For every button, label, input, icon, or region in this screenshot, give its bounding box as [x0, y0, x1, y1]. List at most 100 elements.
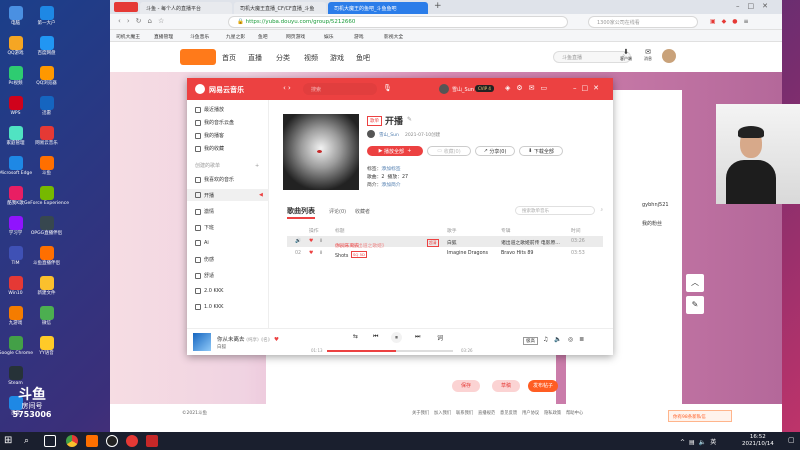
bookmark-item[interactable]: 游戏: [354, 33, 364, 40]
mail-icon[interactable]: ✉: [529, 84, 541, 92]
publish-button[interactable]: 发布帖子: [528, 380, 558, 392]
creator-avatar[interactable]: [367, 130, 375, 138]
star-icon[interactable]: ☆: [158, 17, 170, 25]
draft-button[interactable]: 草稿: [492, 380, 520, 392]
mini-mode-icon[interactable]: ▭: [541, 84, 554, 92]
table-row[interactable]: 🔊 ♥ ⬇ 你从未离去 (纯享)《新出道之歌姬》 超清 白狐 诸出道之歌姬前传 …: [287, 236, 603, 249]
sidebar-playlist[interactable]: 2.0 KKK: [195, 288, 223, 294]
volume-icon[interactable]: 🔈: [554, 336, 567, 343]
sidebar-playlist[interactable]: Ai: [195, 240, 209, 246]
close-icon[interactable]: ✕: [593, 84, 604, 92]
now-playing-cover[interactable]: [193, 333, 211, 351]
desktop-shortcut[interactable]: 斗鱼: [31, 154, 62, 183]
table-row[interactable]: 02 ♥ ⬇ Shots SQ 5D Imagine Dragons Bravo…: [287, 248, 603, 259]
message-toast[interactable]: 你有98条新私信: [668, 410, 732, 422]
desktop-shortcut[interactable]: 第一大户: [31, 4, 62, 33]
music-search-field[interactable]: 搜索: [303, 83, 377, 95]
edit-float-button[interactable]: ✎: [686, 296, 704, 314]
new-tab-button[interactable]: +: [434, 1, 442, 11]
sidebar-playlist[interactable]: 舒适: [195, 272, 214, 279]
browser-tab[interactable]: 斗鱼 - 每个人的直播平台: [140, 2, 232, 14]
desktop-shortcut[interactable]: 九游戏: [0, 304, 31, 333]
sidebar-item[interactable]: 我的音乐云盘: [195, 119, 234, 126]
start-icon[interactable]: ⊞: [4, 435, 16, 447]
minimize-icon[interactable]: –: [573, 84, 582, 92]
save-button[interactable]: 保存: [452, 380, 480, 392]
col-artist[interactable]: 歌手: [447, 227, 457, 234]
menu-icon[interactable]: ≡: [744, 18, 755, 25]
playlist-icon[interactable]: ≣: [579, 336, 590, 343]
bookmark-item[interactable]: 司机大魔王: [116, 33, 140, 40]
message-button[interactable]: ✉ 消息: [640, 48, 656, 62]
extension-icon[interactable]: ▣: [710, 18, 722, 25]
download-icon[interactable]: ⬇: [319, 251, 323, 256]
minimize-icon[interactable]: –: [736, 2, 748, 10]
music-taskbar-icon[interactable]: [146, 435, 158, 447]
previous-icon[interactable]: ⏮: [373, 333, 378, 341]
desktop-shortcut[interactable]: 新建文件: [31, 274, 62, 303]
desktop-shortcut[interactable]: 网易云音乐: [31, 124, 62, 153]
reload-icon[interactable]: ↻: [136, 17, 148, 25]
user-avatar[interactable]: [439, 84, 449, 94]
desktop-shortcut[interactable]: TIM: [0, 244, 31, 273]
user-name[interactable]: 雪山_Sun: [452, 86, 474, 93]
desktop-shortcut[interactable]: 学习学: [0, 214, 31, 243]
desktop-shortcut[interactable]: Ps视频: [0, 64, 31, 93]
desktop-shortcut[interactable]: 迅雷: [31, 94, 62, 123]
sidebar-playlist[interactable]: 我喜欢的音乐: [195, 176, 234, 183]
bookmark-item[interactable]: 斗鱼音乐: [190, 33, 209, 40]
footer-link[interactable]: 用户协议: [522, 410, 539, 416]
like-icon[interactable]: ♥: [309, 239, 313, 244]
collect-button[interactable]: ▭ 收藏(0): [427, 146, 471, 156]
desktop-shortcut[interactable]: 微信: [31, 304, 62, 333]
bookmark-item[interactable]: 直播管理: [154, 33, 173, 40]
add-playlist-icon[interactable]: +: [255, 163, 259, 169]
footer-link[interactable]: 意见反馈: [500, 410, 517, 416]
footer-link[interactable]: 加入我们: [434, 410, 451, 416]
tray-arrow-icon[interactable]: ^: [680, 439, 689, 446]
sidebar-item[interactable]: 我的收藏: [195, 145, 224, 152]
desktop-shortcut[interactable]: 家庭管理: [0, 124, 31, 153]
tab-comments[interactable]: 评论(0): [329, 208, 346, 215]
now-playing-artist[interactable]: 白狐: [217, 344, 226, 350]
desktop-shortcut[interactable]: 百度网盘: [31, 34, 62, 63]
desktop-shortcut[interactable]: Google Chrome: [0, 334, 33, 363]
url-field[interactable]: 🔒 https://yuba.douyu.com/group/5212660: [228, 16, 568, 28]
footer-link[interactable]: 联系我们: [456, 410, 473, 416]
desktop-shortcut[interactable]: QQ游戏: [0, 34, 31, 63]
nav-item[interactable]: 直播: [248, 53, 262, 63]
desktop-shortcut[interactable]: QQ浏览器: [31, 64, 62, 93]
desktop-shortcut[interactable]: WPS: [0, 94, 31, 123]
mic-icon[interactable]: 🎙: [383, 84, 392, 92]
lyrics-icon[interactable]: 词: [437, 333, 443, 342]
tab-song-list[interactable]: 歌曲列表: [287, 206, 315, 219]
scroll-top-button[interactable]: ︿: [686, 274, 704, 292]
pause-icon[interactable]: ⏸: [391, 332, 402, 343]
add-tags-link[interactable]: 添加标签: [381, 167, 400, 172]
now-playing-title[interactable]: 你从未离去 (纯享)《名》 ♥: [217, 335, 279, 343]
nav-item[interactable]: 首页: [222, 53, 236, 63]
browser-tab-active[interactable]: 司机大魔王的鱼吧_斗鱼鱼吧: [328, 2, 428, 14]
nav-item[interactable]: 分类: [276, 53, 290, 63]
ime-icon[interactable]: 英: [710, 439, 720, 446]
sidebar-item[interactable]: 我的播客: [195, 132, 224, 139]
col-title[interactable]: 标题: [335, 227, 345, 234]
like-icon[interactable]: ♥: [274, 337, 279, 343]
desktop-shortcut[interactable]: 斗鱼直播伴侣: [31, 244, 62, 273]
search-icon[interactable]: ⌕: [24, 435, 36, 447]
song-artist[interactable]: Imagine Dragons: [447, 251, 488, 256]
download-all-button[interactable]: ⬇ 下载全部: [519, 146, 563, 156]
maximize-icon[interactable]: □: [582, 84, 594, 92]
back-icon[interactable]: ‹: [118, 17, 127, 25]
footer-link[interactable]: 关于我们: [412, 410, 429, 416]
nav-item[interactable]: 游戏: [330, 53, 344, 63]
creator-name[interactable]: 雪山_Sun: [379, 132, 399, 138]
listen-together-icon[interactable]: ◎: [568, 336, 579, 343]
desktop-shortcut[interactable]: 酷我K歌: [0, 184, 31, 213]
share-button[interactable]: ↗ 分享(0): [475, 146, 515, 156]
add-icon[interactable]: +: [404, 148, 411, 154]
edit-icon[interactable]: ✎: [407, 116, 412, 123]
quality-button[interactable]: 极高: [523, 337, 538, 345]
song-album[interactable]: Bravo Hits 89: [501, 251, 533, 256]
download-icon[interactable]: ⬇: [319, 239, 323, 244]
